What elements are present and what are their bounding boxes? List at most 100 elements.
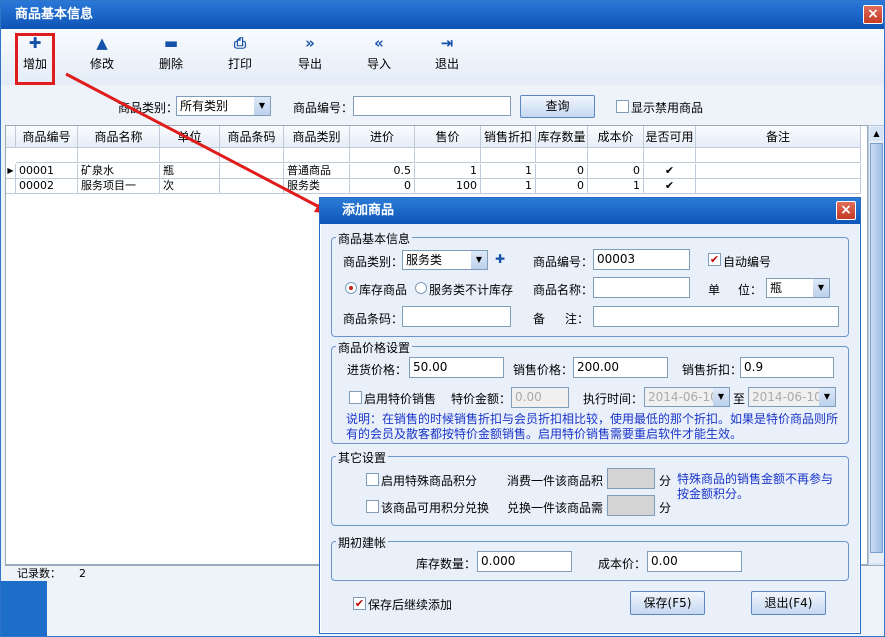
opening-stock-input[interactable]: 0.000 — [477, 551, 572, 572]
table-cell[interactable]: 矿泉水 — [78, 164, 160, 179]
table-cell[interactable]: 0 — [588, 164, 644, 179]
filter-cell[interactable] — [481, 148, 536, 163]
exchange-points-input[interactable] — [607, 495, 655, 516]
discount-input[interactable]: 0.9 — [740, 357, 834, 378]
special-amount-input[interactable]: 0.00 — [511, 387, 569, 408]
column-header[interactable]: 进价 — [350, 126, 415, 148]
scroll-thumb[interactable] — [870, 143, 883, 553]
column-header[interactable]: 商品名称 — [78, 126, 160, 148]
table-cell[interactable]: 00001 — [16, 164, 78, 179]
special-points-label: 启用特殊商品积分 — [381, 474, 478, 488]
column-header[interactable]: 商品条码 — [220, 126, 284, 148]
table-cell[interactable]: 次 — [160, 179, 220, 194]
table-cell[interactable]: ✔ — [644, 164, 696, 179]
print-button[interactable]: ⎙ 打印 — [211, 33, 269, 79]
close-button[interactable]: × — [863, 5, 883, 24]
dialog-close-button[interactable]: × — [836, 201, 856, 220]
table-cell[interactable]: 0 — [350, 179, 415, 194]
filter-cell[interactable] — [536, 148, 588, 163]
auto-code-checkbox[interactable]: ✔ — [708, 253, 721, 266]
dlg-category-select[interactable]: 服务类 ▼ — [402, 250, 488, 270]
category-select[interactable]: 所有类别 ▼ — [176, 96, 271, 116]
date-from-select[interactable]: 2014-06-10 ▼ — [644, 387, 730, 407]
unit-label-1: 单 — [708, 283, 721, 297]
filter-cell[interactable] — [350, 148, 415, 163]
filter-cell[interactable] — [284, 148, 350, 163]
points-exchange-checkbox[interactable] — [366, 500, 379, 513]
table-cell[interactable]: 1 — [588, 179, 644, 194]
vertical-scrollbar[interactable]: ▲ ▼ — [868, 125, 884, 580]
filter-cell[interactable] — [415, 148, 481, 163]
table-cell[interactable]: 0.5 — [350, 164, 415, 179]
table-cell[interactable]: 1 — [481, 179, 536, 194]
edit-label: 修改 — [89, 57, 114, 71]
stock-item-radio[interactable] — [345, 282, 357, 294]
table-cell[interactable] — [220, 179, 284, 194]
current-row-indicator-icon[interactable]: ▶ — [6, 164, 16, 179]
filter-cell[interactable] — [78, 148, 160, 163]
table-cell[interactable]: 0 — [536, 179, 588, 194]
opening-cost-input[interactable]: 0.00 — [647, 551, 742, 572]
basic-info-legend: 商品基本信息 — [336, 230, 413, 247]
table-cell[interactable] — [696, 164, 861, 179]
unit-select[interactable]: 瓶 ▼ — [766, 278, 830, 298]
column-header[interactable]: 成本价 — [588, 126, 644, 148]
table-cell[interactable]: 服务类 — [284, 179, 350, 194]
table-cell[interactable]: 瓶 — [160, 164, 220, 179]
chevron-down-icon: ▼ — [819, 388, 835, 406]
export-button[interactable]: » 导出 — [281, 33, 339, 79]
table-cell[interactable]: 普通商品 — [284, 164, 350, 179]
date-to-label: 至 — [733, 392, 746, 406]
table-cell[interactable]: 0 — [536, 164, 588, 179]
save-button[interactable]: 保存(F5) — [630, 591, 705, 615]
filter-cell[interactable] — [160, 148, 220, 163]
highlight-box — [15, 33, 55, 85]
column-header[interactable]: 商品编号 — [16, 126, 78, 148]
column-header[interactable]: 销售折扣 — [481, 126, 536, 148]
table-cell[interactable]: 100 — [415, 179, 481, 194]
filter-cell[interactable] — [220, 148, 284, 163]
table-cell[interactable] — [220, 164, 284, 179]
chevron-down-icon: ▼ — [471, 251, 487, 269]
row-header[interactable] — [6, 179, 16, 194]
query-button[interactable]: 查询 — [520, 95, 595, 118]
add-category-icon[interactable]: ✚ — [495, 252, 505, 266]
table-cell[interactable] — [696, 179, 861, 194]
sale-price-input[interactable]: 200.00 — [573, 357, 668, 378]
dlg-barcode-input[interactable] — [402, 306, 511, 327]
import-button[interactable]: « 导入 — [350, 33, 408, 79]
table-cell[interactable]: 1 — [415, 164, 481, 179]
column-header[interactable]: 库存数量 — [536, 126, 588, 148]
filter-cell[interactable] — [644, 148, 696, 163]
date-to-select[interactable]: 2014-06-10 ▼ — [748, 387, 836, 407]
column-header[interactable]: 商品类别 — [284, 126, 350, 148]
dlg-name-input[interactable] — [593, 277, 690, 298]
dlg-code-input[interactable]: 00003 — [593, 249, 690, 270]
show-disabled-checkbox[interactable] — [616, 100, 629, 113]
exit-button[interactable]: ⇥ 退出 — [418, 33, 476, 79]
column-header[interactable]: 备注 — [696, 126, 861, 148]
table-cell[interactable]: 服务项目一 — [78, 179, 160, 194]
code-input[interactable] — [353, 96, 511, 116]
edit-button[interactable]: ▲ 修改 — [73, 33, 131, 79]
scroll-up-icon[interactable]: ▲ — [870, 127, 883, 141]
cost-price-input[interactable]: 50.00 — [409, 357, 504, 378]
keep-adding-checkbox[interactable]: ✔ — [353, 597, 366, 610]
column-header[interactable]: 单位 — [160, 126, 220, 148]
table-cell[interactable]: 1 — [481, 164, 536, 179]
table-cell[interactable]: ✔ — [644, 179, 696, 194]
column-header[interactable]: 是否可用 — [644, 126, 696, 148]
dlg-remark-input[interactable] — [593, 306, 839, 327]
filter-cell[interactable] — [696, 148, 861, 163]
filter-cell[interactable] — [16, 148, 78, 163]
delete-button[interactable]: ▬ 删除 — [142, 33, 200, 79]
dialog-exit-button[interactable]: 退出(F4) — [751, 591, 826, 615]
special-price-checkbox[interactable] — [349, 391, 362, 404]
filter-cell[interactable] — [588, 148, 644, 163]
consume-points-input[interactable] — [607, 468, 655, 489]
service-item-radio[interactable] — [415, 282, 427, 294]
special-points-checkbox[interactable] — [366, 473, 379, 486]
column-header[interactable]: 售价 — [415, 126, 481, 148]
table-cell[interactable]: 00002 — [16, 179, 78, 194]
opening-stock-label: 库存数量： — [416, 557, 477, 571]
